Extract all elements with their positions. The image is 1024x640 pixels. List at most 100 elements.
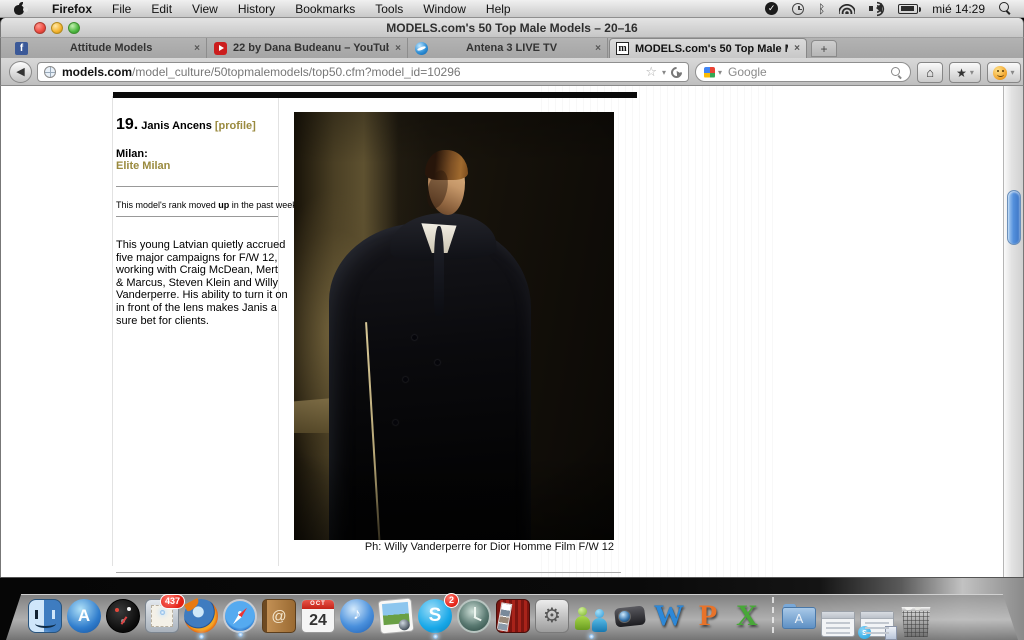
facebook-favicon: f xyxy=(15,42,28,55)
model-info-column: 19. Janis Ancens [profile] Milan: Elite … xyxy=(116,116,282,327)
dock-system-preferences-icon[interactable]: ⚙ xyxy=(535,599,569,633)
menu-bookmarks[interactable]: Bookmarks xyxy=(285,0,365,18)
rank-movement-note: This model's rank moved up in the past w… xyxy=(116,200,282,210)
tab-label: MODELS.com's 50 Top Male Mo... xyxy=(635,43,788,55)
menu-tools[interactable]: Tools xyxy=(365,0,413,18)
site-globe-icon xyxy=(44,66,56,78)
scrollbar-thumb[interactable] xyxy=(1007,190,1021,245)
antena3-favicon xyxy=(415,42,428,55)
dock-dashboard-icon[interactable] xyxy=(106,599,140,633)
models-com-favicon: m xyxy=(616,42,629,55)
dock-itunes-icon[interactable]: ♪ xyxy=(340,599,374,633)
back-button[interactable]: ◀ xyxy=(9,61,32,83)
extension-dropdown-icon: ▾ xyxy=(1010,68,1014,77)
agency-city-label: Milan: xyxy=(116,148,282,160)
bookmarks-star-icon: ★ xyxy=(956,66,967,80)
search-bar[interactable]: ▾ Google xyxy=(695,62,911,82)
tab-close-icon[interactable]: × xyxy=(794,43,800,54)
apple-menu-icon[interactable] xyxy=(14,3,26,15)
vertical-scrollbar[interactable] xyxy=(1003,86,1023,577)
dock-excel-icon[interactable]: X xyxy=(730,599,764,633)
reload-icon[interactable] xyxy=(669,64,685,80)
wifi-icon[interactable] xyxy=(839,3,855,14)
menu-history[interactable]: History xyxy=(228,0,285,18)
editorial-photo xyxy=(294,112,614,540)
dock-separator xyxy=(769,595,777,633)
dock-messenger-icon[interactable] xyxy=(574,599,608,633)
dock-downloads-stack-icon[interactable]: s xyxy=(860,611,894,637)
navigation-toolbar: ◀ models.com/model_culture/50topmalemode… xyxy=(0,58,1024,86)
smiley-extension-icon xyxy=(993,66,1007,80)
dock-trash-icon[interactable] xyxy=(899,607,933,637)
bluetooth-icon[interactable]: ᛒ xyxy=(818,0,825,18)
search-go-icon[interactable] xyxy=(890,66,902,78)
agency-link[interactable]: Elite Milan xyxy=(116,160,282,172)
tab-antena3[interactable]: Antena 3 LIVE TV × xyxy=(409,38,608,58)
window-title: MODELS.com's 50 Top Male Models – 20–16 xyxy=(1,21,1023,35)
menu-file[interactable]: File xyxy=(102,0,141,18)
extension-button[interactable]: ▾ xyxy=(987,62,1021,83)
tab-youtube[interactable]: 22 by Dana Budeanu – YouTube × xyxy=(208,38,408,58)
dock-skype-icon[interactable]: S2 xyxy=(418,599,452,633)
battery-icon[interactable] xyxy=(898,4,918,14)
google-favicon xyxy=(704,67,715,78)
window-title-bar: MODELS.com's 50 Top Male Models – 20–16 xyxy=(0,18,1024,38)
mail-badge: 437 xyxy=(160,594,185,609)
dock-time-machine-icon[interactable] xyxy=(457,599,491,633)
tab-attitude-models[interactable]: f Attitude Models × xyxy=(9,38,207,58)
tab-label: Attitude Models xyxy=(34,42,188,54)
dock-word-icon[interactable]: W xyxy=(652,599,686,633)
youtube-favicon xyxy=(214,42,227,55)
model-heading: 19. Janis Ancens [profile] xyxy=(116,116,282,134)
stack-skype-mini-icon: s xyxy=(858,626,871,639)
tab-close-icon[interactable]: × xyxy=(595,43,601,54)
bookmark-star-icon[interactable]: ☆ xyxy=(645,64,657,80)
url-domain: models.com xyxy=(62,65,132,79)
search-engine-dropdown-icon[interactable]: ▾ xyxy=(718,68,722,77)
dock-firefox-icon[interactable] xyxy=(184,599,218,633)
volume-icon[interactable] xyxy=(869,3,884,14)
menu-window[interactable]: Window xyxy=(413,0,476,18)
menu-clock[interactable]: mié 14:29 xyxy=(932,2,985,16)
dock-camera-icon[interactable] xyxy=(613,599,647,633)
dock-iphoto-icon[interactable] xyxy=(378,598,415,635)
dock-photo-booth-icon[interactable] xyxy=(496,599,530,633)
tab-models-com-active[interactable]: m MODELS.com's 50 Top Male Mo... × xyxy=(609,38,807,58)
url-bar[interactable]: models.com/model_culture/50topmalemodels… xyxy=(37,62,689,82)
dock-app-store-icon[interactable]: A xyxy=(67,599,101,633)
menu-view[interactable]: View xyxy=(182,0,228,18)
divider-rule xyxy=(116,216,278,217)
profile-link[interactable]: [profile] xyxy=(215,120,256,132)
ical-month: OCT xyxy=(302,600,334,609)
dock-safari-icon[interactable] xyxy=(223,599,257,633)
desktop-background: A 437 @ OCT 24 ♪ S2 ⚙ W P X A xyxy=(0,578,1024,640)
menu-edit[interactable]: Edit xyxy=(141,0,182,18)
dock-applications-folder-icon[interactable]: A xyxy=(782,599,816,633)
dock: A 437 @ OCT 24 ♪ S2 ⚙ W P X A xyxy=(28,595,933,633)
status-check-icon[interactable]: ✓ xyxy=(765,2,778,15)
new-tab-button[interactable]: + xyxy=(811,40,837,57)
bookmarks-button[interactable]: ★▾ xyxy=(949,62,981,83)
ical-day: 24 xyxy=(302,609,334,632)
bookmarks-dropdown-icon: ▾ xyxy=(970,68,974,77)
dock-ical-icon[interactable]: OCT 24 xyxy=(301,599,335,633)
menu-help[interactable]: Help xyxy=(476,0,521,18)
tab-close-icon[interactable]: × xyxy=(194,43,200,54)
dock-address-book-icon[interactable]: @ xyxy=(262,599,296,633)
home-button[interactable]: ⌂ xyxy=(917,62,943,83)
time-machine-menu-icon[interactable] xyxy=(792,3,804,15)
dock-finder-icon[interactable] xyxy=(28,599,62,633)
section-divider-bar xyxy=(113,92,637,98)
model-bio: This young Latvian quietly accrued five … xyxy=(116,239,288,327)
model-rank: 19. xyxy=(116,116,138,133)
dock-documents-stack-icon[interactable] xyxy=(821,611,855,637)
spotlight-icon[interactable] xyxy=(999,2,1012,15)
tab-bar: f Attitude Models × 22 by Dana Budeanu –… xyxy=(0,38,1024,58)
menu-firefox[interactable]: Firefox xyxy=(42,0,102,18)
dock-powerpoint-icon[interactable]: P xyxy=(691,599,725,633)
dock-mail-icon[interactable]: 437 xyxy=(145,599,179,633)
tab-close-icon[interactable]: × xyxy=(395,43,401,54)
skype-badge: 2 xyxy=(444,593,459,608)
column-border-left xyxy=(112,96,113,566)
url-dropdown-icon[interactable]: ▾ xyxy=(662,68,666,77)
